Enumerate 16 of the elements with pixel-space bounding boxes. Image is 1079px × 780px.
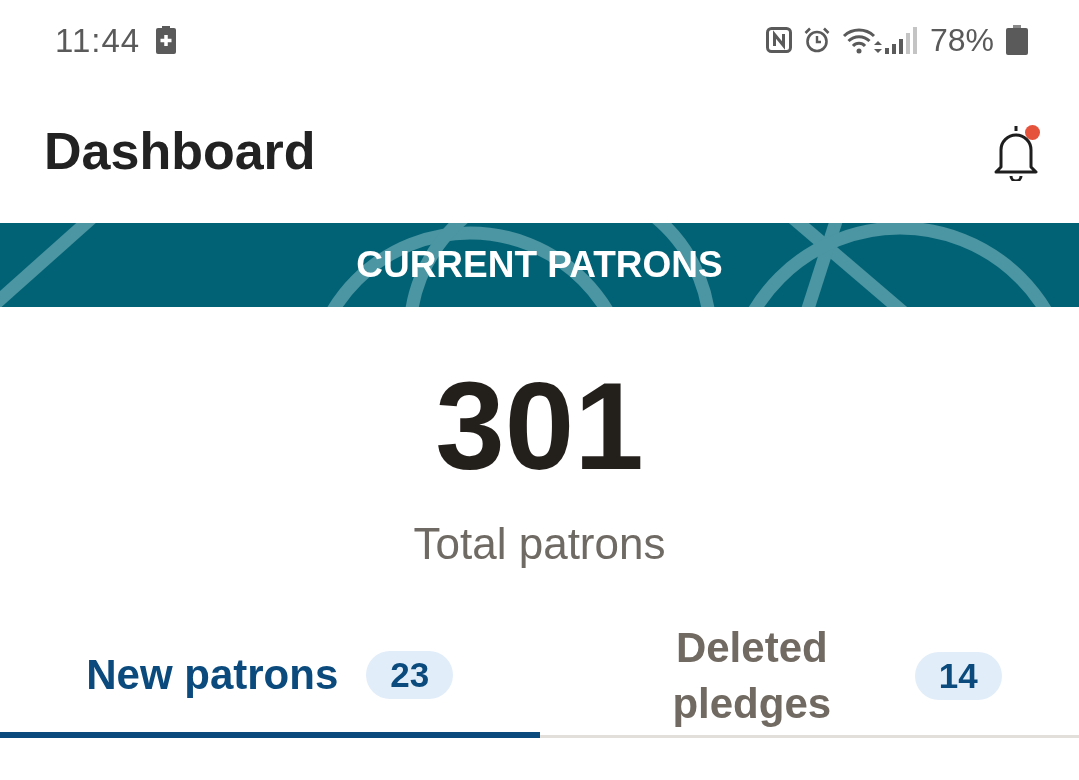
battery-percentage: 78% <box>929 24 994 56</box>
count-badge: 23 <box>366 650 454 699</box>
alarm-clock-icon <box>803 27 830 53</box>
tab[interactable]: Deleted pledges 14 <box>539 617 1079 738</box>
total-label: Total patrons <box>413 518 666 570</box>
signal-icon <box>883 26 918 54</box>
banner-title: CURRENT PATRONS <box>356 244 723 286</box>
status-time: 11:44 <box>55 23 141 57</box>
battery-icon <box>1006 25 1028 55</box>
page-title: Dashboard <box>44 122 316 181</box>
total-count: 301 <box>435 363 644 488</box>
wifi-icon <box>841 26 882 54</box>
battery-charging-icon <box>156 26 177 54</box>
nfc-icon <box>765 27 792 53</box>
count-badge: 14 <box>914 652 1002 701</box>
tab[interactable]: New patrons 23 <box>0 617 540 738</box>
